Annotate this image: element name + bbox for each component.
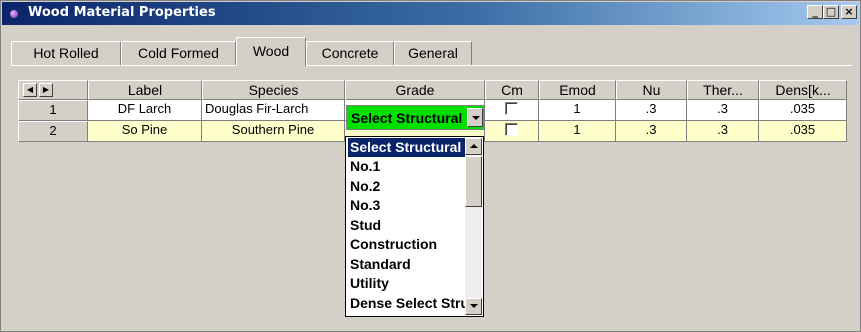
app-icon <box>10 10 18 18</box>
column-header-nu[interactable]: Nu <box>616 80 687 100</box>
grade-option[interactable]: Construction <box>348 235 466 254</box>
close-button[interactable]: × <box>841 5 857 19</box>
cell-species[interactable]: Southern Pine <box>202 121 345 142</box>
dropdown-scrollbar[interactable] <box>465 138 482 315</box>
tab-wood[interactable]: Wood <box>236 37 306 66</box>
grade-combo-value: Select Structural <box>351 110 463 126</box>
grade-option[interactable]: Utility <box>348 274 466 293</box>
title-bar[interactable]: Wood Material Properties _ □ × <box>2 2 859 25</box>
chevron-up-icon <box>470 144 478 148</box>
cell-dens[interactable]: .035 <box>759 121 847 142</box>
tab-concrete[interactable]: Concrete <box>306 41 394 65</box>
cell-dens[interactable]: .035 <box>759 100 847 121</box>
grade-combo[interactable]: Select Structural <box>346 105 485 130</box>
tab-divider <box>11 65 852 66</box>
minimize-button[interactable]: _ <box>807 5 823 19</box>
column-header-species[interactable]: Species <box>202 80 345 100</box>
grade-option[interactable]: No.2 <box>348 177 466 196</box>
grade-option[interactable]: No.1 <box>348 157 466 176</box>
column-header-emod[interactable]: Emod <box>539 80 616 100</box>
row-nav-header: ◀ ▶ <box>18 80 88 100</box>
grade-option[interactable]: Dense Select Structural <box>348 294 466 313</box>
cell-emod[interactable]: 1 <box>539 121 616 142</box>
grade-dropdown-button[interactable] <box>467 108 483 127</box>
column-header-dens[interactable]: Dens[k... <box>759 80 847 100</box>
row-number[interactable]: 1 <box>18 100 88 121</box>
maximize-button[interactable]: □ <box>823 5 839 19</box>
cell-ther[interactable]: .3 <box>687 121 759 142</box>
cell-nu[interactable]: .3 <box>616 100 687 121</box>
tab-cold-formed[interactable]: Cold Formed <box>121 41 236 65</box>
scroll-thumb[interactable] <box>465 156 482 207</box>
grade-option[interactable]: Select Structural <box>348 138 466 157</box>
tab-hot-rolled[interactable]: Hot Rolled <box>11 41 121 65</box>
grade-option[interactable]: Standard <box>348 255 466 274</box>
cm-checkbox[interactable] <box>505 123 518 136</box>
cell-nu[interactable]: .3 <box>616 121 687 142</box>
cell-cm[interactable] <box>485 100 539 121</box>
window-title: Wood Material Properties <box>28 5 216 20</box>
cell-label[interactable]: So Pine <box>88 121 202 142</box>
cell-species[interactable]: Douglas Fir-Larch <box>202 100 345 121</box>
column-header-grade[interactable]: Grade <box>345 80 485 100</box>
scroll-down-button[interactable] <box>465 298 482 315</box>
cell-label[interactable]: DF Larch <box>88 100 202 121</box>
cell-ther[interactable]: .3 <box>687 100 759 121</box>
scroll-up-button[interactable] <box>465 138 482 155</box>
chevron-down-icon <box>470 304 478 308</box>
cell-cm[interactable] <box>485 121 539 142</box>
wood-material-properties-window: Wood Material Properties _ □ × Hot Rolle… <box>0 0 861 332</box>
grade-option[interactable]: Stud <box>348 216 466 235</box>
row-number[interactable]: 2 <box>18 121 88 142</box>
cell-emod[interactable]: 1 <box>539 100 616 121</box>
next-row-icon[interactable]: ▶ <box>39 83 53 97</box>
grade-option[interactable]: No.3 <box>348 196 466 215</box>
tab-general[interactable]: General <box>394 41 472 65</box>
column-header-ther[interactable]: Ther... <box>687 80 759 100</box>
chevron-down-icon <box>472 116 480 120</box>
column-header-label[interactable]: Label <box>88 80 202 100</box>
prev-row-icon[interactable]: ◀ <box>23 83 37 97</box>
column-header-cm[interactable]: Cm <box>485 80 539 100</box>
grade-dropdown-list: Select Structural No.1 No.2 No.3 Stud Co… <box>345 136 484 317</box>
cm-checkbox[interactable] <box>505 102 518 115</box>
